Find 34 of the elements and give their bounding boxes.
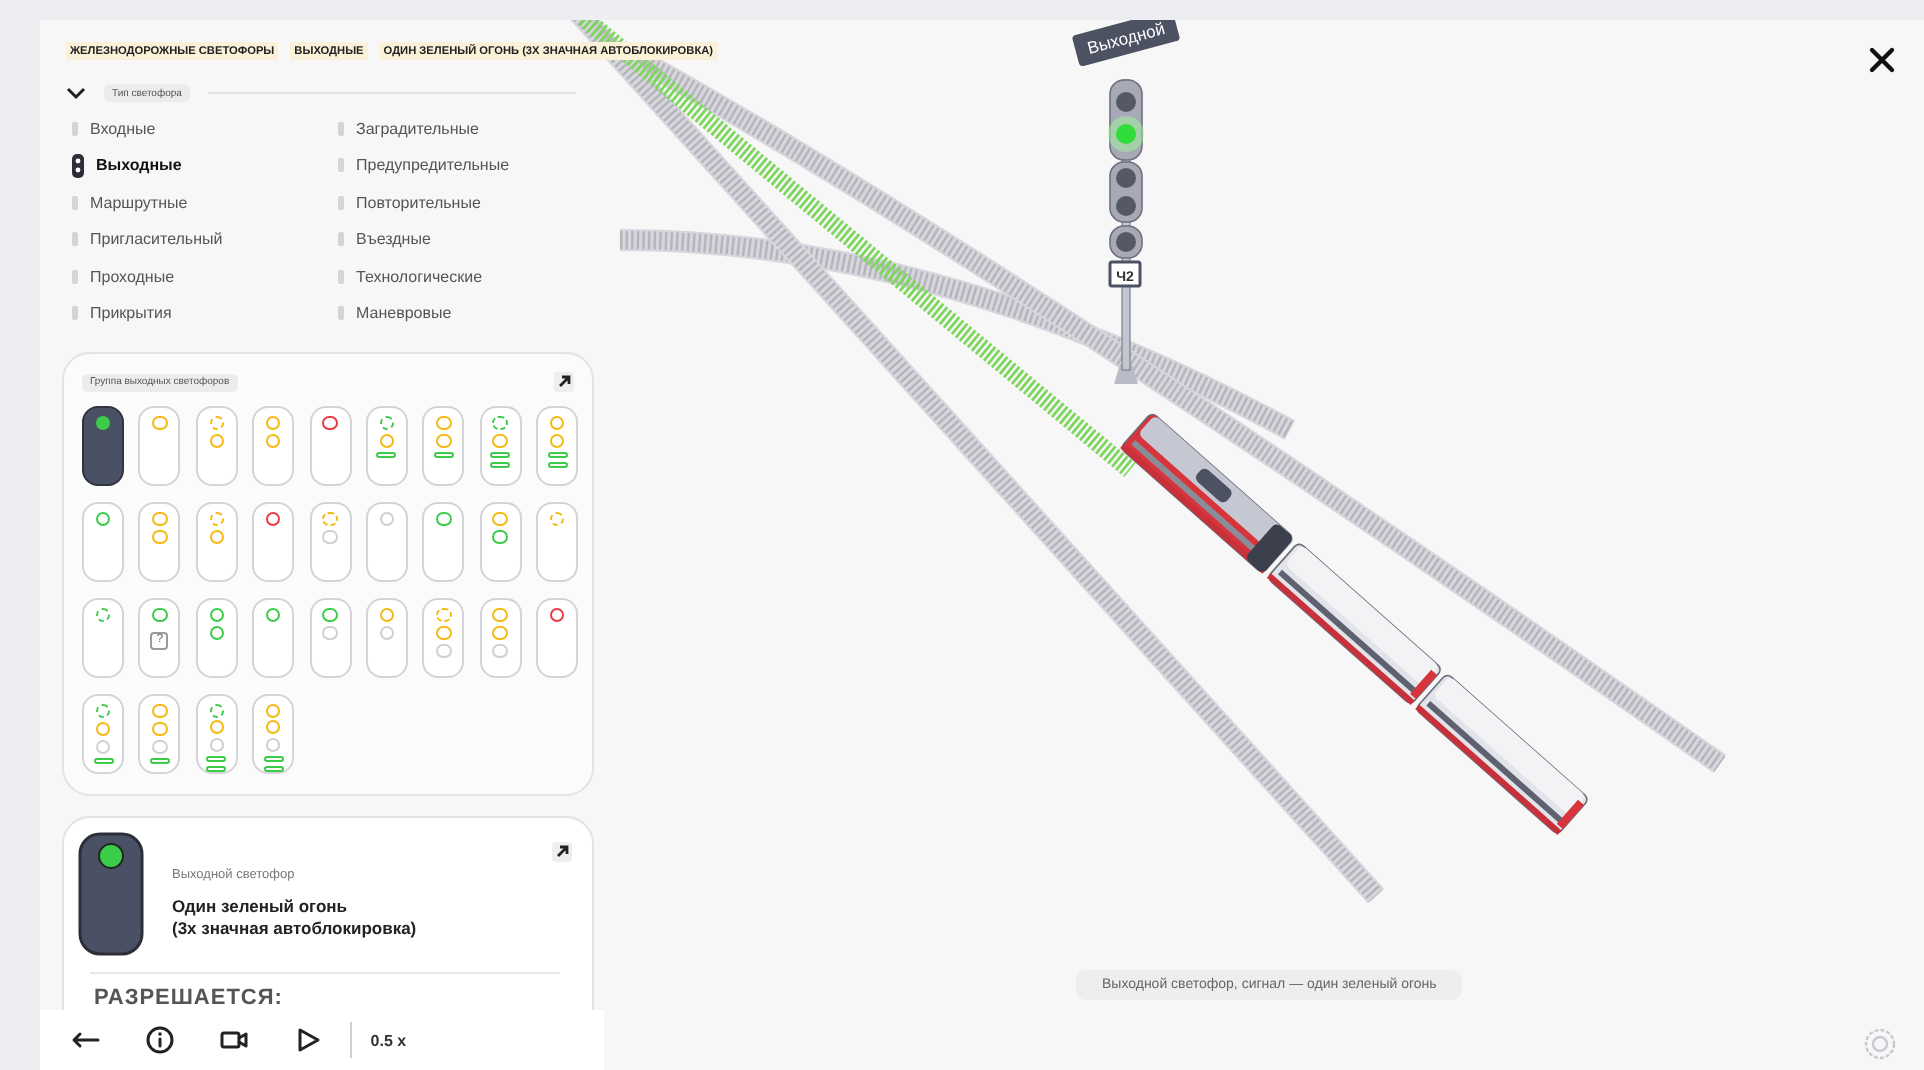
chevron-down-icon[interactable]: [66, 86, 86, 100]
signal-card[interactable]: [82, 406, 124, 486]
signal-type-item[interactable]: Маршрутные: [72, 184, 338, 221]
signal-icon: [72, 232, 78, 247]
signal-icon: [72, 306, 78, 321]
signal-type-item[interactable]: Предупредительные: [338, 147, 598, 184]
signal-icon: [338, 232, 344, 247]
section-heading: РАЗРЕШАЕТСЯ:: [94, 986, 283, 1010]
info-icon[interactable]: [144, 1024, 176, 1056]
emblem-icon: [1864, 1028, 1896, 1060]
signal-type-item[interactable]: Выходные: [72, 147, 338, 184]
signal-icon: [338, 195, 344, 210]
signal-icon: [72, 269, 78, 284]
signal-title: Один зеленый огонь (3х значная автоблокировка): [172, 896, 417, 940]
signal-icon: [338, 269, 344, 284]
signal-type-item[interactable]: Пригласительный: [72, 221, 338, 258]
signal-type-item[interactable]: Входные: [72, 110, 338, 147]
signal-type-item[interactable]: Маневровые: [338, 295, 598, 332]
close-icon[interactable]: [1868, 46, 1896, 74]
signal-icon: [78, 832, 144, 956]
speed-button[interactable]: 0.5 x: [370, 1031, 407, 1049]
expand-icon[interactable]: [554, 372, 574, 392]
signal-type-item[interactable]: Технологические: [338, 258, 598, 295]
signal-icon: [338, 158, 344, 173]
signal-icon: [338, 306, 344, 321]
signal-type-item[interactable]: Въездные: [338, 221, 598, 258]
signal-icon: [72, 195, 78, 210]
expand-icon[interactable]: [552, 842, 572, 862]
signal-type-item[interactable]: Повторительные: [338, 184, 598, 221]
signal-icon: [72, 121, 78, 136]
signal-type-item[interactable]: Прикрытия: [72, 295, 338, 332]
signal-icon: [338, 121, 344, 136]
signal-type-item[interactable]: Заградительные: [338, 110, 598, 147]
signal-type-item[interactable]: Проходные: [72, 258, 338, 295]
